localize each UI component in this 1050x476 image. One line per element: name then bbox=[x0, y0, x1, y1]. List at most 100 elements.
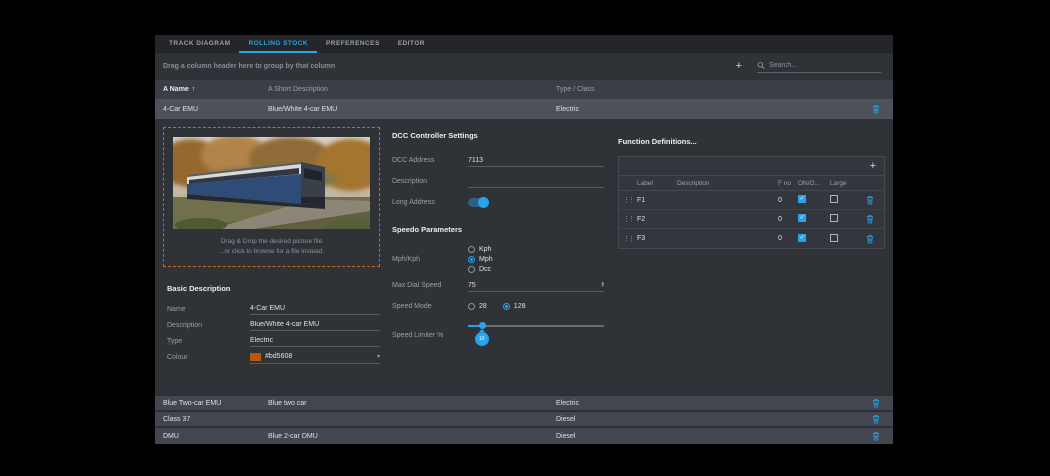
radio-checked-icon bbox=[503, 303, 510, 310]
trash-icon bbox=[872, 104, 880, 114]
drag-handle-icon[interactable]: ⋮⋮ bbox=[623, 235, 637, 243]
delete-row-button[interactable] bbox=[872, 431, 880, 441]
radio-dcc[interactable]: Dcc bbox=[468, 266, 493, 273]
column-header-description[interactable]: A Short Description bbox=[268, 86, 556, 93]
column-header-name[interactable]: A Name↑ bbox=[163, 86, 268, 93]
large-checkbox[interactable] bbox=[830, 195, 838, 203]
search-icon bbox=[757, 61, 765, 70]
speed-limiter-slider[interactable]: 10 bbox=[468, 319, 604, 351]
fn-col-onoff[interactable]: ON/O... bbox=[798, 180, 830, 187]
colour-label: Colour bbox=[167, 354, 250, 361]
fn-fno: 0 bbox=[778, 216, 798, 223]
trash-icon bbox=[866, 214, 874, 224]
delete-row-button[interactable] bbox=[872, 104, 880, 114]
delete-row-button[interactable] bbox=[872, 414, 880, 424]
tab-track-diagram[interactable]: TRACK DIAGRAM bbox=[160, 35, 239, 53]
name-field[interactable] bbox=[250, 303, 380, 315]
radio-kph-label: Kph bbox=[479, 246, 491, 253]
radio-icon bbox=[468, 246, 475, 253]
mph-kph-radio-group: Kph Mph Dcc bbox=[468, 246, 493, 273]
dropzone-hint: Drag & Drop the desired picture file ...… bbox=[219, 237, 324, 258]
function-row[interactable]: ⋮⋮ F3 0 bbox=[619, 229, 884, 248]
cell-name: Blue Two-car EMU bbox=[163, 400, 268, 407]
name-label: Name bbox=[167, 306, 250, 313]
function-row[interactable]: ⋮⋮ F1 0 bbox=[619, 191, 884, 210]
table-row[interactable]: Blue Two-car EMU Blue two car Electric bbox=[155, 394, 893, 410]
picture-dropzone[interactable]: Drag & Drop the desired picture file ...… bbox=[163, 127, 380, 267]
description-field[interactable] bbox=[250, 319, 380, 331]
tab-preferences[interactable]: PREFERENCES bbox=[317, 35, 389, 53]
type-label: Type bbox=[167, 338, 250, 345]
large-checkbox[interactable] bbox=[830, 234, 838, 242]
colour-value: #bd5608 bbox=[265, 353, 373, 360]
radio-mph[interactable]: Mph bbox=[468, 256, 493, 263]
table-row-selected[interactable]: 4-Car EMU Blue/White 4-car EMU Electric bbox=[155, 99, 893, 119]
fn-col-label[interactable]: Label bbox=[637, 180, 677, 187]
onoff-checkbox[interactable] bbox=[798, 214, 806, 222]
delete-function-button[interactable] bbox=[866, 214, 874, 224]
column-header-type[interactable]: Type / Class bbox=[556, 86, 859, 93]
fn-fno: 0 bbox=[778, 197, 798, 204]
fn-col-large[interactable]: Large bbox=[830, 180, 860, 187]
trash-icon bbox=[866, 195, 874, 205]
radio-28[interactable]: 28 bbox=[468, 303, 487, 310]
add-row-button[interactable]: + bbox=[736, 61, 742, 72]
delete-row-button[interactable] bbox=[872, 398, 880, 408]
search-box[interactable] bbox=[757, 61, 881, 73]
basic-description-section: Basic Description Name Description Type … bbox=[163, 284, 380, 365]
table-row[interactable]: DMU Blue 2-car DMU Diesel bbox=[155, 426, 893, 444]
slider-track[interactable] bbox=[468, 325, 604, 327]
radio-128[interactable]: 128 bbox=[503, 303, 526, 310]
trash-icon bbox=[866, 234, 874, 244]
onoff-checkbox[interactable] bbox=[798, 234, 806, 242]
group-by-hint: Drag a column header here to group by th… bbox=[163, 63, 335, 70]
radio-28-label: 28 bbox=[479, 303, 487, 310]
basic-description-title: Basic Description bbox=[167, 284, 380, 293]
type-field[interactable] bbox=[250, 335, 380, 347]
tab-rolling-stock[interactable]: ROLLING STOCK bbox=[239, 35, 317, 53]
drag-handle-icon[interactable]: ⋮⋮ bbox=[623, 215, 637, 223]
toggle-knob bbox=[478, 197, 489, 208]
slider-thumb[interactable] bbox=[479, 322, 486, 329]
max-dial-speed-input[interactable] bbox=[468, 280, 601, 291]
slider-value: 10 bbox=[479, 336, 485, 342]
detail-right-column: Function Definitions... + Label Descript… bbox=[618, 127, 885, 390]
onoff-checkbox[interactable] bbox=[798, 195, 806, 203]
grid-toolbar: Drag a column header here to group by th… bbox=[155, 53, 893, 80]
trash-icon bbox=[872, 414, 880, 424]
max-dial-speed-label: Max Dial Speed bbox=[392, 282, 468, 289]
tab-editor[interactable]: EDITOR bbox=[389, 35, 434, 53]
fn-col-fno[interactable]: F no bbox=[778, 180, 798, 187]
radio-checked-icon bbox=[468, 256, 475, 263]
table-header: A Name↑ A Short Description Type / Class bbox=[155, 80, 893, 99]
radio-kph[interactable]: Kph bbox=[468, 246, 493, 253]
dropzone-hint-line1: Drag & Drop the desired picture file bbox=[219, 237, 324, 247]
delete-function-button[interactable] bbox=[866, 195, 874, 205]
fn-label: F2 bbox=[637, 216, 677, 223]
trash-icon bbox=[872, 398, 880, 408]
function-row[interactable]: ⋮⋮ F2 0 bbox=[619, 210, 884, 229]
add-function-button[interactable]: + bbox=[870, 161, 876, 172]
delete-function-button[interactable] bbox=[866, 234, 874, 244]
large-checkbox[interactable] bbox=[830, 214, 838, 222]
fn-col-description[interactable]: Description bbox=[677, 180, 778, 187]
table-row[interactable]: Class 37 Diesel bbox=[155, 410, 893, 426]
detail-middle-column: DCC Controller Settings DCC Address Desc… bbox=[392, 127, 604, 390]
rolling-stock-photo bbox=[173, 137, 370, 229]
fn-fno: 0 bbox=[778, 235, 798, 242]
search-input[interactable] bbox=[769, 62, 881, 69]
column-header-name-label: A Name bbox=[163, 86, 189, 93]
detail-panel: Drag & Drop the desired picture file ...… bbox=[155, 119, 893, 394]
dcc-address-input[interactable] bbox=[468, 155, 604, 167]
cell-type: Electric bbox=[556, 106, 859, 113]
dcc-settings-title: DCC Controller Settings bbox=[392, 131, 604, 140]
dcc-address-label: DCC Address bbox=[392, 157, 468, 164]
cell-type: Diesel bbox=[556, 416, 859, 423]
colour-select[interactable]: #bd5608 ▾ bbox=[250, 351, 380, 364]
dcc-description-input[interactable] bbox=[468, 176, 604, 188]
spin-down-icon[interactable]: ▾ bbox=[601, 285, 604, 288]
drag-handle-icon[interactable]: ⋮⋮ bbox=[623, 196, 637, 204]
colour-swatch bbox=[250, 353, 261, 361]
long-address-toggle[interactable] bbox=[468, 198, 488, 207]
trash-icon bbox=[872, 431, 880, 441]
